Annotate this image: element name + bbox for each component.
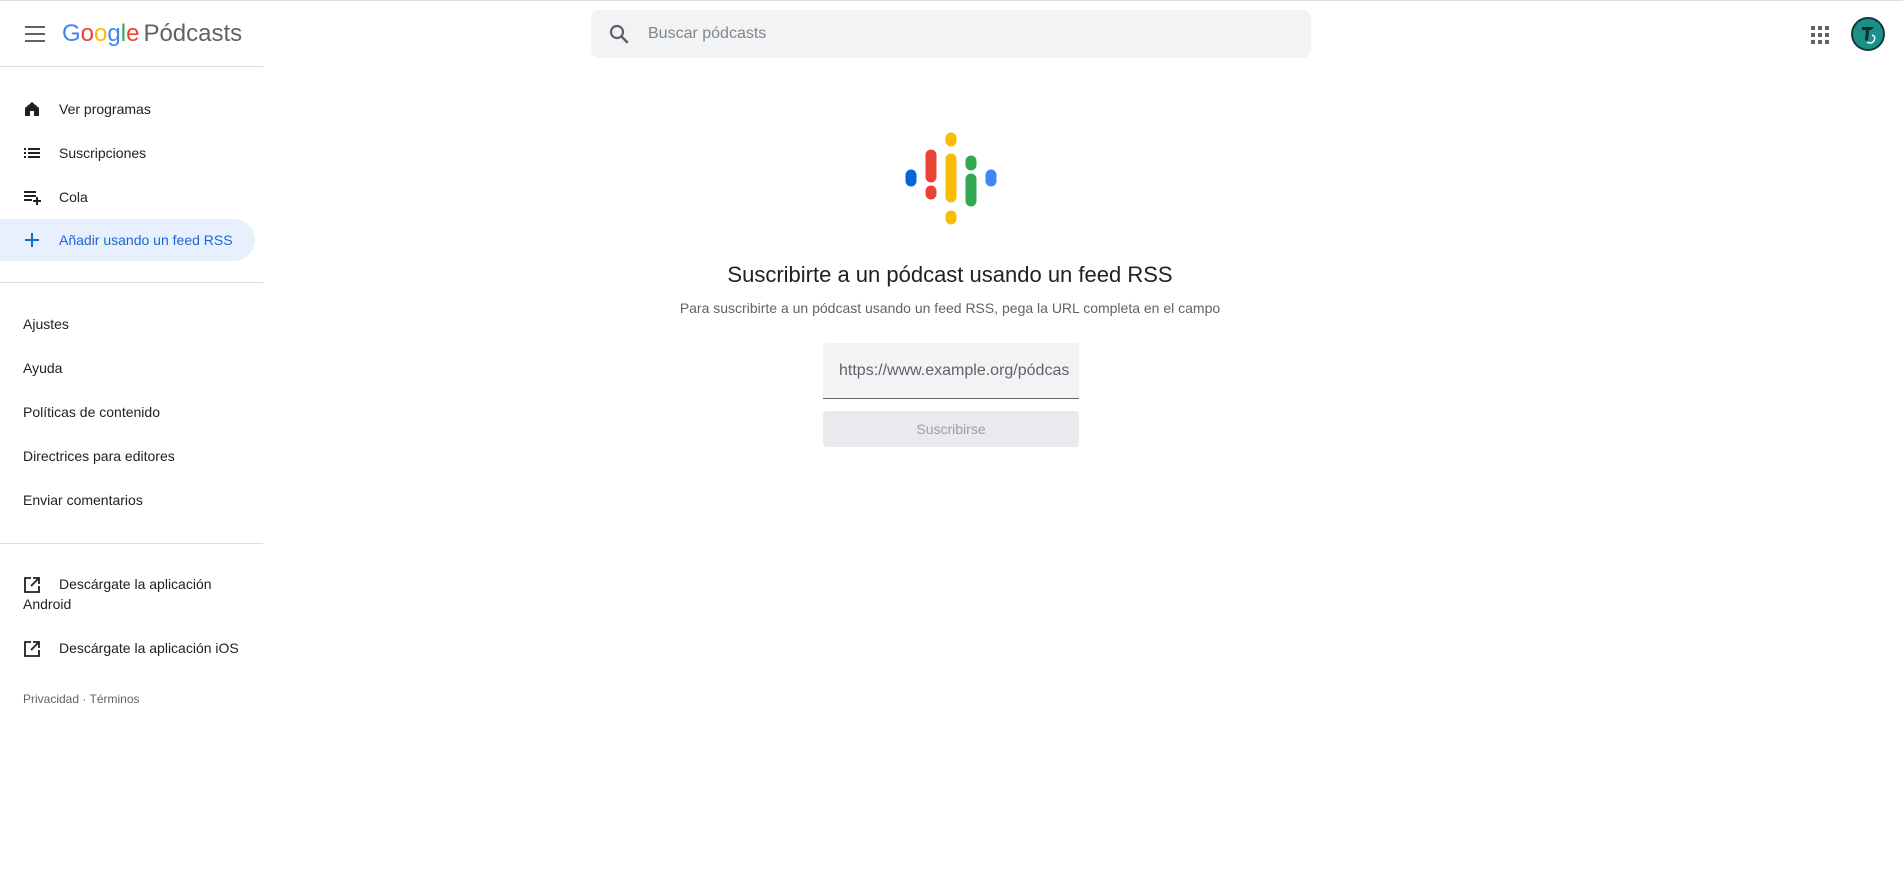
brand-letter: o (80, 20, 95, 47)
legal-separator: · (82, 692, 87, 706)
search-icon[interactable] (607, 22, 631, 46)
subscribe-button[interactable]: Suscribirse (823, 411, 1079, 447)
rss-url-input[interactable] (839, 343, 1069, 399)
avatar-image-icon (1853, 19, 1883, 49)
page-subtitle: Para suscribirte a un pódcast usando un … (679, 300, 1221, 316)
hamburger-menu-icon[interactable] (18, 19, 52, 49)
privacy-link[interactable]: Privacidad (23, 692, 79, 706)
divider (0, 282, 263, 283)
rss-url-field (823, 343, 1079, 399)
google-apps-grid-icon[interactable] (1806, 21, 1834, 49)
divider (0, 66, 263, 67)
publisher-guidelines-link[interactable]: Directrices para editores (23, 448, 175, 464)
open-in-new-icon (24, 641, 40, 657)
divider (0, 543, 263, 544)
nav-item-ver-programas[interactable]: Ver programas (0, 88, 255, 130)
download-ios-link[interactable]: Descárgate la aplicación iOS (0, 638, 263, 658)
content-policy-link[interactable]: Políticas de contenido (23, 404, 160, 420)
avatar[interactable] (1851, 17, 1885, 51)
product-name: Pódcasts (143, 20, 243, 47)
playlist-add-icon (24, 191, 41, 205)
search-box (591, 10, 1311, 58)
legal-links: Privacidad · Términos (23, 692, 140, 706)
list-icon (24, 148, 40, 158)
brand-letter: g (107, 20, 121, 47)
page-title: Suscribirte a un pódcast usando un feed … (727, 262, 1173, 287)
google-podcasts-logo (905, 132, 997, 225)
settings-link[interactable]: Ajustes (23, 316, 69, 332)
brand-letter: e (126, 20, 140, 47)
search-input[interactable] (648, 10, 1288, 58)
help-link[interactable]: Ayuda (23, 360, 62, 376)
home-icon (25, 102, 39, 116)
download-android-link[interactable]: Descárgate la aplicación Android (0, 574, 263, 614)
nav-item-anadir-feed-rss[interactable]: Añadir usando un feed RSS (0, 219, 255, 261)
brand-letter: G (62, 20, 81, 47)
plus-icon (25, 233, 39, 247)
nav-item-cola[interactable]: Cola (0, 176, 255, 218)
navigation-drawer: Ver programas Suscripciones Cola Añadir … (0, 66, 263, 882)
send-feedback-link[interactable]: Enviar comentarios (23, 492, 143, 508)
nav-item-label: Ver programas (59, 101, 151, 117)
nav-item-suscripciones[interactable]: Suscripciones (0, 132, 255, 174)
terms-link[interactable]: Términos (90, 692, 140, 706)
open-in-new-icon (24, 577, 40, 593)
google-podcasts-wordmark[interactable]: Google Pódcasts (62, 20, 242, 48)
nav-item-label: Cola (59, 189, 88, 205)
brand-letter: o (94, 20, 108, 47)
nav-item-label: Suscripciones (59, 145, 147, 161)
top-app-bar: Google Pódcasts (0, 0, 1903, 66)
nav-item-label: Añadir usando un feed RSS (59, 232, 233, 248)
